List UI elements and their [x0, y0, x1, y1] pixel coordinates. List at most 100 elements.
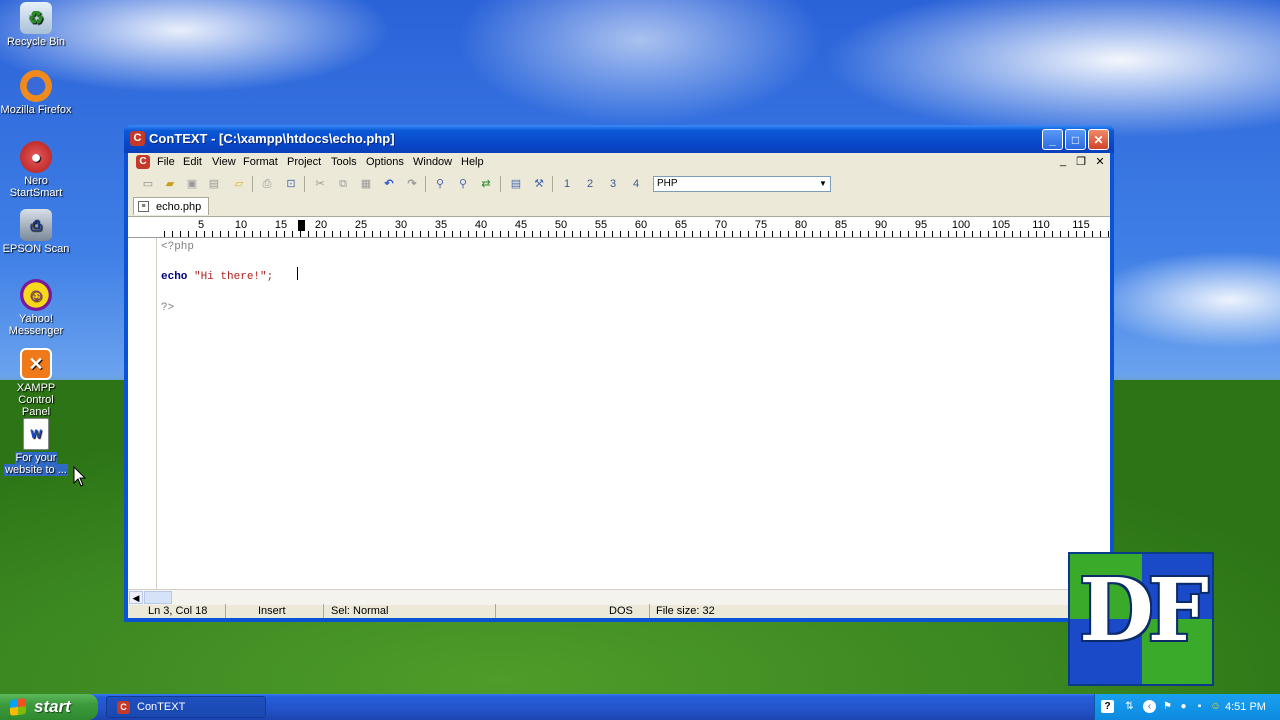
show-hidden-icons-icon[interactable]: ‹ [1143, 700, 1156, 713]
taskbar-button-context[interactable]: C ConTEXT [106, 696, 266, 718]
status-position: Ln 3, Col 18 [128, 604, 226, 618]
user-command-label: 4 [632, 178, 640, 190]
window-titlebar[interactable]: C ConTEXT - [C:\xampp\htdocs\echo.php] _… [124, 125, 1114, 153]
user-command-4-icon[interactable]: 4 [628, 176, 644, 192]
language-select[interactable]: PHP ▼ [653, 176, 831, 192]
editor-gutter [128, 238, 157, 598]
export-icon[interactable]: ▤ [508, 176, 524, 192]
help-icon[interactable]: ? [1101, 700, 1114, 713]
print-preview-icon[interactable]: ⊡ [283, 176, 299, 192]
close-button[interactable]: ✕ [1088, 129, 1109, 150]
start-label: start [34, 697, 71, 716]
desktop-icon-label: Messenger [8, 325, 64, 337]
desktop-icon-firefox[interactable]: Mozilla Firefox [0, 70, 74, 116]
find-icon[interactable]: ⚲ [432, 176, 448, 192]
mdi-minimize-button[interactable]: _ [1056, 155, 1070, 167]
desktop-icon-word-document[interactable]: W For your website to ... [0, 418, 74, 476]
desktop-icon-label: StartSmart [9, 187, 63, 199]
file-icon: ≡ [138, 201, 149, 212]
save-all-icon[interactable]: ▤ [206, 176, 222, 192]
menu-view[interactable]: View [212, 156, 236, 168]
column-ruler: 5 10 15 20 25 30 35 40 45 50 55 60 65 70 75 80 85 90 95 100… [128, 217, 1110, 238]
copy-icon[interactable]: ⧉ [335, 176, 351, 192]
open-file-icon[interactable]: ▰ [162, 176, 178, 192]
paste-icon[interactable]: ▦ [358, 176, 374, 192]
ruler-number: 20 [314, 219, 328, 231]
clock[interactable]: 4:51 PM [1225, 694, 1266, 720]
menu-edit[interactable]: Edit [183, 156, 202, 168]
ruler-cursor-marker [298, 220, 305, 231]
language-select-value: PHP [657, 178, 678, 189]
start-button[interactable]: start [0, 694, 98, 720]
user-command-3-icon[interactable]: 3 [605, 176, 621, 192]
open-folder-icon[interactable]: ▱ [231, 176, 247, 192]
desktop-icon-epson-scan[interactable]: ⎙ EPSON Scan [0, 209, 74, 255]
document-menu-icon[interactable]: C [136, 155, 150, 169]
ruler-number: 115 [1072, 219, 1090, 231]
save-icon[interactable]: ▣ [184, 176, 200, 192]
desktop-icon-yahoo-messenger[interactable]: ☺ Yahoo! Messenger [0, 279, 74, 337]
ruler-number: 70 [714, 219, 728, 231]
tray-app-icon[interactable]: ● [1177, 700, 1190, 713]
yahoo-messenger-tray-icon[interactable]: ☺ [1209, 700, 1222, 713]
app-icon[interactable]: C [130, 131, 145, 146]
horizontal-scrollbar[interactable]: ◀ [128, 589, 1110, 605]
mdi-restore-button[interactable]: ❐ [1074, 155, 1088, 168]
taskbar: start C ConTEXT ? ⇅ ‹ ⚑ ● ▪ ☺ 4:51 PM [0, 694, 1280, 720]
tray-app-icon[interactable]: ⚑ [1161, 700, 1174, 713]
desktop-icon-recycle-bin[interactable]: ♻ Recycle Bin [0, 2, 74, 48]
code-line-1: <?php [161, 241, 194, 253]
redo-icon[interactable]: ↷ [404, 176, 420, 192]
ruler-ticks [164, 231, 1110, 237]
toolbar-separator [425, 176, 426, 192]
scroll-left-icon[interactable]: ◀ [129, 591, 143, 604]
user-command-label: 2 [586, 178, 594, 190]
tray-app-icon[interactable]: ▪ [1193, 700, 1206, 713]
ruler-number: 85 [834, 219, 848, 231]
desktop-icon-xampp[interactable]: ✕ XAMPP Control Panel [0, 348, 74, 418]
menu-project[interactable]: Project [287, 156, 321, 168]
menu-options[interactable]: Options [366, 156, 404, 168]
ruler-number: 45 [514, 219, 528, 231]
menu-window[interactable]: Window [413, 156, 452, 168]
undo-icon[interactable]: ↶ [381, 176, 397, 192]
ruler-number: 90 [874, 219, 888, 231]
yahoo-messenger-icon: ☺ [20, 279, 52, 311]
chevron-down-icon[interactable]: ▼ [817, 178, 829, 190]
tools-icon[interactable]: ⚒ [531, 176, 547, 192]
new-file-icon[interactable]: ▭ [140, 176, 156, 192]
menu-bar: C File Edit View Format Project Tools Op… [128, 153, 1110, 172]
mdi-close-button[interactable]: ✕ [1093, 155, 1107, 168]
menu-help[interactable]: Help [461, 156, 484, 168]
desktop-icon-label: XAMPP Control [16, 382, 56, 406]
find-next-icon[interactable]: ⚲ [455, 176, 471, 192]
toolbar-separator [552, 176, 553, 192]
minimize-button[interactable]: _ [1042, 129, 1063, 150]
print-icon[interactable]: ⎙ [259, 176, 275, 192]
menu-format[interactable]: Format [243, 156, 278, 168]
ruler-number: 5 [197, 219, 205, 231]
word-document-icon: W [23, 418, 49, 450]
epson-scan-icon: ⎙ [20, 209, 52, 241]
scrollbar-thumb[interactable] [144, 591, 172, 604]
toolbar-separator [304, 176, 305, 192]
user-command-label: 1 [563, 178, 571, 190]
tab-echo-php[interactable]: ≡ echo.php [133, 197, 209, 215]
ruler-number: 10 [234, 219, 248, 231]
replace-icon[interactable]: ⇄ [478, 176, 494, 192]
status-mode: Insert [226, 604, 324, 618]
window-title: ConTEXT - [C:\xampp\htdocs\echo.php] [149, 131, 395, 146]
maximize-button[interactable]: □ [1065, 129, 1086, 150]
menu-file[interactable]: File [157, 156, 175, 168]
desktop-icon-nero[interactable]: ● Nero StartSmart [0, 141, 74, 199]
user-command-2-icon[interactable]: 2 [582, 176, 598, 192]
user-command-1-icon[interactable]: 1 [559, 176, 575, 192]
app-icon: C [117, 701, 130, 714]
code-editor[interactable]: <?php echo "Hi there!"; ?> ◀ [128, 238, 1110, 605]
cut-icon[interactable]: ✂ [312, 176, 328, 192]
network-icon[interactable]: ⇅ [1123, 700, 1136, 713]
menu-tools[interactable]: Tools [331, 156, 357, 168]
ruler-number: 25 [354, 219, 368, 231]
mouse-pointer-icon [73, 466, 87, 487]
xampp-icon: ✕ [20, 348, 52, 380]
